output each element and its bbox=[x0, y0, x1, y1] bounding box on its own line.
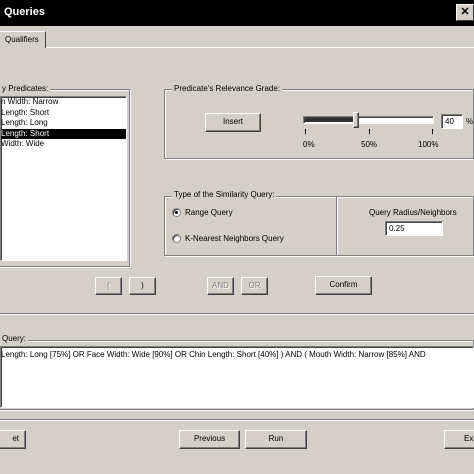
similarity-label: Type of the Similarity Query: bbox=[172, 190, 277, 199]
relevance-value-field[interactable]: 40 bbox=[441, 114, 463, 129]
relevance-slider-fill bbox=[305, 118, 353, 122]
reset-button[interactable]: et bbox=[0, 430, 26, 449]
slider-tick bbox=[432, 129, 433, 134]
list-item[interactable]: Length: Long bbox=[1, 118, 126, 129]
confirm-button[interactable]: Confirm bbox=[315, 276, 372, 295]
previous-button[interactable]: Previous bbox=[179, 430, 240, 449]
tick-label-50: 50% bbox=[361, 140, 378, 149]
tick-label-0: 0% bbox=[303, 140, 315, 149]
range-query-label[interactable]: Range Query bbox=[185, 208, 233, 217]
range-query-radio[interactable] bbox=[172, 208, 181, 217]
predicates-listbox[interactable]: n Width: Narrow Length: Short Length: Lo… bbox=[0, 96, 127, 261]
tick-label-100: 100% bbox=[418, 140, 439, 149]
list-item[interactable]: Width: Wide bbox=[1, 139, 126, 150]
slider-tick bbox=[369, 129, 370, 134]
radio-dot bbox=[175, 211, 178, 214]
list-item[interactable]: Length: Short bbox=[1, 108, 126, 119]
insert-button[interactable]: Insert bbox=[205, 113, 261, 132]
knn-query-radio[interactable] bbox=[172, 234, 181, 243]
tab-strip-line bbox=[0, 47, 474, 48]
title-bar: Queries ✕ bbox=[0, 0, 474, 26]
query-text: Length: Long [75%] OR Face Width: Wide [… bbox=[1, 350, 426, 359]
tab-qualifiers[interactable]: Qualifiers bbox=[0, 31, 46, 48]
query-label: Query: bbox=[0, 334, 29, 343]
open-paren-button[interactable]: ( bbox=[95, 277, 122, 295]
close-paren-button[interactable]: ) bbox=[129, 277, 156, 295]
predicates-label: y Predicates: bbox=[0, 84, 51, 93]
radius-label: Query Radius/Neighbors bbox=[369, 208, 457, 217]
knn-query-label[interactable]: K-Nearest Neighbors Query bbox=[185, 234, 284, 243]
tab-label: Qualifiers bbox=[5, 35, 39, 44]
relevance-label: Predicate's Relevance Grade: bbox=[172, 84, 283, 93]
list-item[interactable]: n Width: Narrow bbox=[1, 97, 126, 108]
close-icon: ✕ bbox=[460, 6, 470, 18]
and-button[interactable]: AND bbox=[207, 277, 234, 295]
similarity-divider bbox=[336, 197, 338, 255]
separator bbox=[0, 313, 474, 315]
separator bbox=[0, 419, 474, 421]
or-button[interactable]: OR bbox=[241, 277, 268, 295]
slider-tick bbox=[305, 129, 306, 134]
list-item-selected[interactable]: Length: Short bbox=[1, 128, 126, 139]
reset-label: et bbox=[12, 434, 19, 443]
relevance-slider-thumb[interactable] bbox=[352, 112, 359, 128]
radius-field[interactable]: 0.25 bbox=[385, 221, 443, 236]
window-title: Queries bbox=[4, 6, 45, 18]
exit-button[interactable]: Ex bbox=[444, 430, 474, 449]
run-button[interactable]: Run bbox=[245, 430, 307, 449]
query-text-area[interactable]: Length: Long [75%] OR Face Width: Wide [… bbox=[0, 346, 474, 408]
percent-unit: % bbox=[466, 117, 474, 126]
close-button[interactable]: ✕ bbox=[456, 4, 474, 21]
